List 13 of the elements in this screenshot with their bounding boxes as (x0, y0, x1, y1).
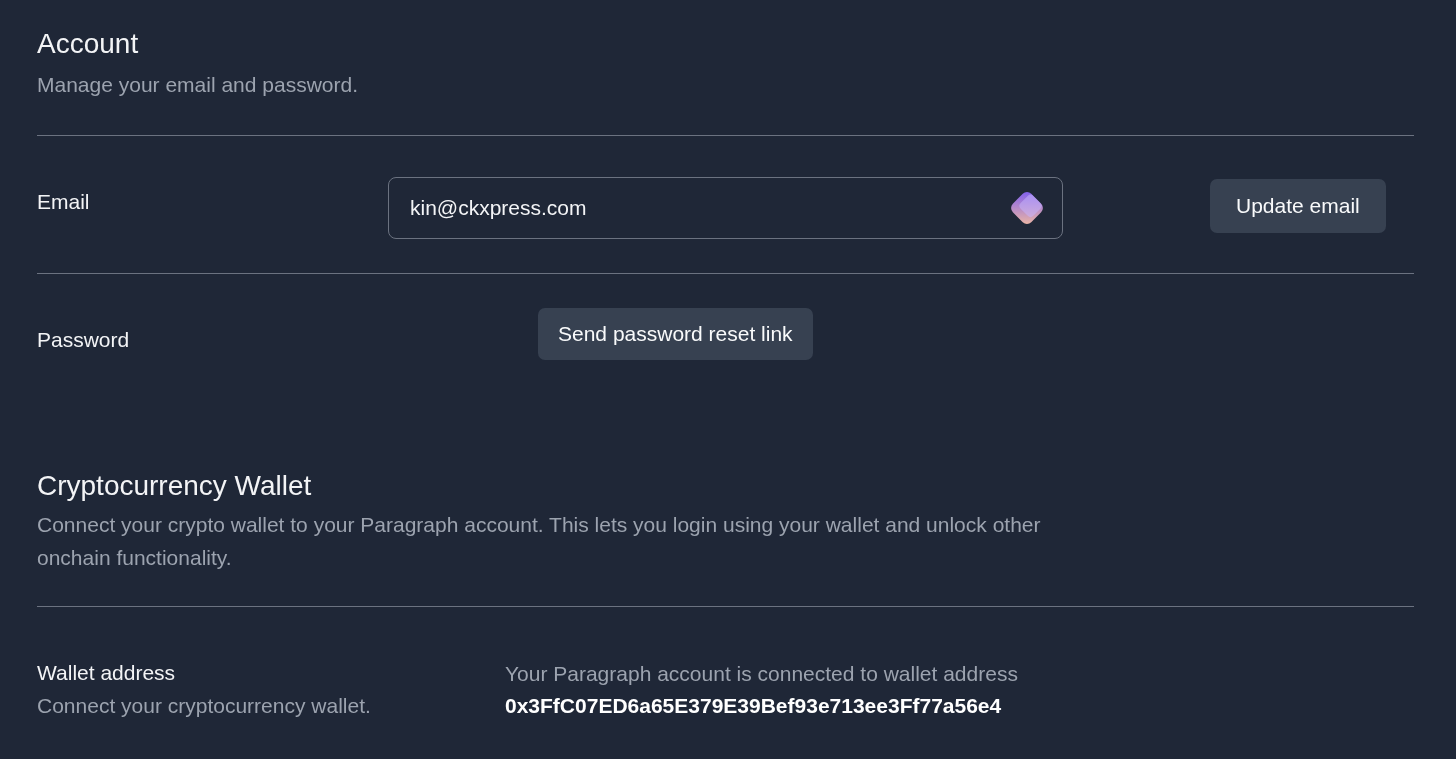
field-label: Wallet address (37, 660, 177, 686)
reset-password-button[interactable]: Send password reset link (538, 308, 813, 360)
section-subtitle: Manage your email and password. (37, 72, 359, 98)
connection-status: Your Paragraph account is connected to wallet address (505, 661, 1018, 687)
email-field[interactable]: kin@ckxpress.com (388, 177, 1063, 239)
field-label: Password (37, 327, 131, 353)
field-label: Email (37, 189, 91, 216)
wallet-address: 0x3FfC07ED6a65E379E39Bef93e713ee3Ff77a56e4 (505, 693, 1003, 719)
field-hint: Connect your cryptocurrency wallet. (37, 692, 372, 719)
section-title: Account (37, 27, 140, 61)
section-title: Cryptocurrency Wallet (37, 469, 313, 503)
section-subtitle: Connect your crypto wallet to your Paragraph account. This lets you login using your wallet and unlock other onchain functionality. (37, 512, 1042, 571)
update-email-button[interactable]: Update email (1210, 179, 1386, 233)
